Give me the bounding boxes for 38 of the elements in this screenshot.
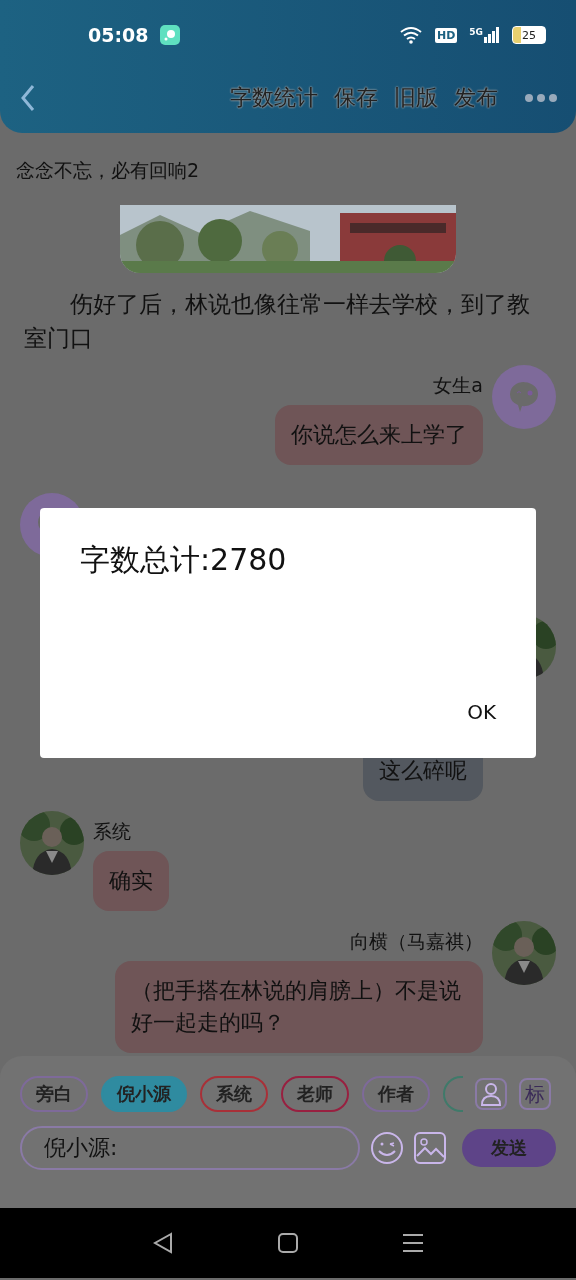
menu-nav-icon[interactable] xyxy=(403,1233,424,1253)
more-icon[interactable] xyxy=(524,92,558,103)
character-chip[interactable]: 倪小源 xyxy=(101,1076,187,1112)
character-chip[interactable]: 旁白 xyxy=(20,1076,88,1112)
header-action[interactable]: 发布 xyxy=(454,82,498,113)
header-action[interactable]: 字数统计 xyxy=(230,82,318,113)
tag-button[interactable]: 标 xyxy=(519,1078,551,1110)
message-bubble: 确实 xyxy=(93,851,169,911)
message-input[interactable]: 倪小源: xyxy=(20,1126,360,1170)
app-notification-icon xyxy=(160,25,181,45)
back-icon[interactable] xyxy=(20,83,36,112)
network-label: 5G xyxy=(469,27,483,37)
hd-badge: HD xyxy=(435,27,458,43)
speaker-name: 女生a xyxy=(433,373,483,397)
character-chip[interactable]: 老师 xyxy=(281,1076,349,1112)
story-title: 念念不忘，必有回响2 xyxy=(15,158,201,183)
message-bubble: 你说怎么来上学了 xyxy=(275,405,483,465)
wifi-icon xyxy=(399,26,423,44)
chat-bubble-icon xyxy=(509,381,539,413)
dialog-message: 字数总计:2780 xyxy=(80,541,288,579)
narration-text: 伤好了后，林说也像往常一样去学校，到了教室门口 xyxy=(23,290,531,353)
speaker-name: 向横（马嘉祺） xyxy=(350,929,483,953)
header-action[interactable]: 旧版 xyxy=(394,82,438,113)
battery-indicator: 25 xyxy=(512,26,546,44)
speaker-name: 系统 xyxy=(93,819,132,843)
send-button[interactable]: 发送 xyxy=(462,1129,556,1167)
person-button[interactable] xyxy=(475,1078,507,1110)
image-icon[interactable] xyxy=(414,1132,446,1164)
emoji-icon[interactable] xyxy=(370,1131,404,1165)
character-chip[interactable]: 系统 xyxy=(200,1076,268,1112)
signal-icon xyxy=(484,27,500,43)
home-nav-icon[interactable] xyxy=(278,1233,298,1253)
header-action[interactable]: 保存 xyxy=(334,82,378,113)
clock: 05:08 xyxy=(88,24,149,46)
person-icon xyxy=(480,1082,502,1106)
message-bubble: （把手搭在林说的肩膀上）不是说好一起走的吗？ xyxy=(115,961,483,1053)
back-nav-icon[interactable] xyxy=(152,1232,173,1254)
character-chip[interactable]: 作者 xyxy=(362,1076,430,1112)
